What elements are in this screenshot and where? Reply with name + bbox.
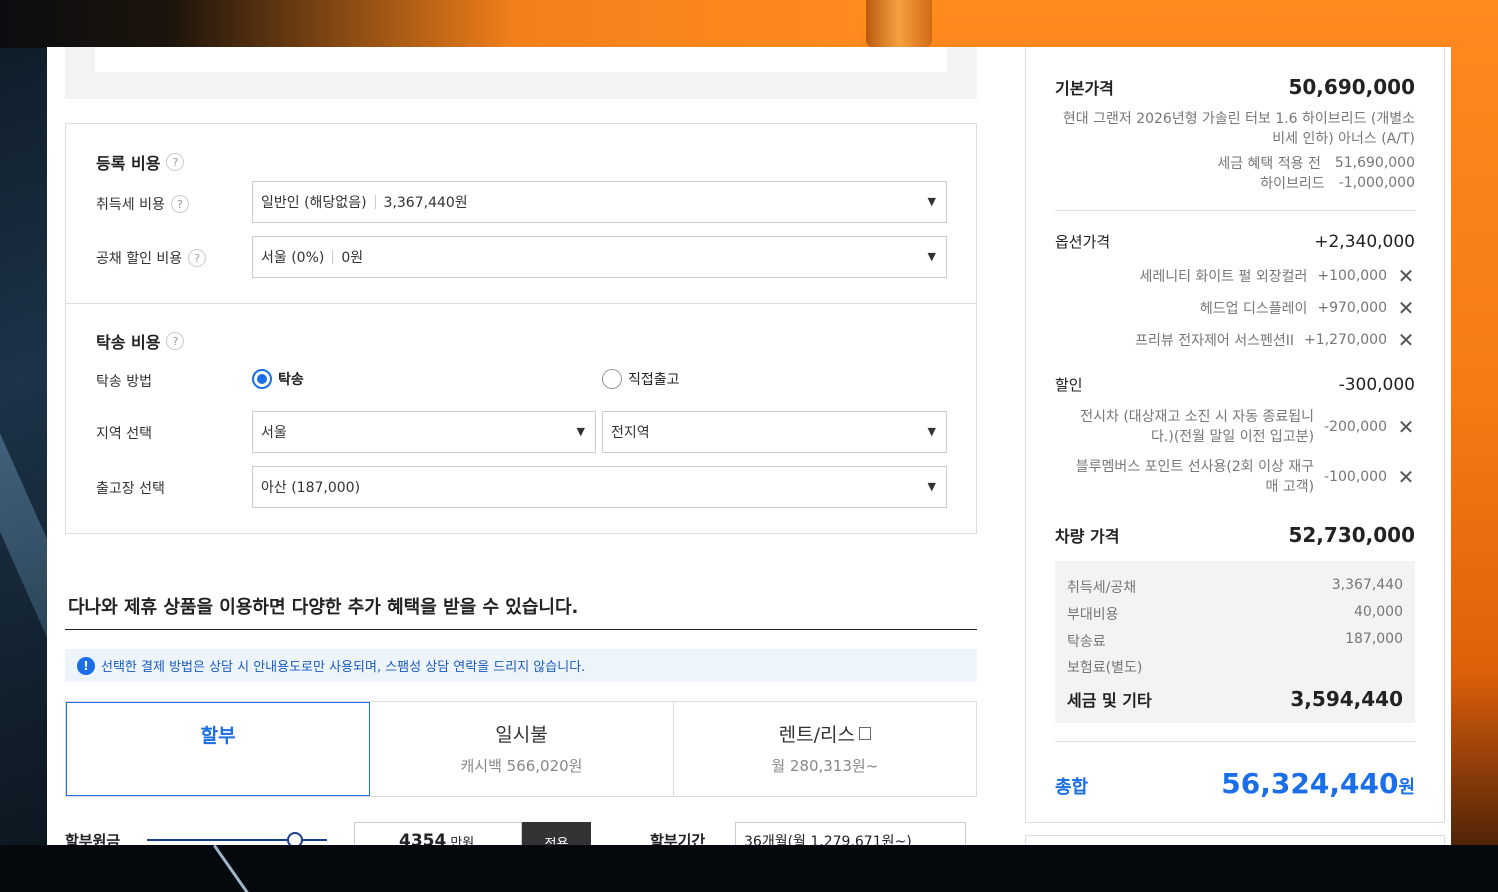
top-gray-panel	[65, 47, 977, 99]
principal-label: 할부원금	[65, 832, 121, 845]
factory-label: 출고장 선택	[96, 481, 165, 497]
remove-icon[interactable]: ✕	[1397, 264, 1415, 288]
tax-line: 탁송료 187,000	[1067, 631, 1403, 650]
tax-line: 부대비용 40,000	[1067, 604, 1403, 623]
total-row: 총합 56,324,440원	[1055, 767, 1415, 800]
info-icon: !	[77, 656, 95, 675]
region-city-select[interactable]: 서울 ▼	[252, 411, 596, 453]
apply-button[interactable]: 적용	[522, 822, 591, 845]
dropdown-arrow-icon: ▼	[927, 250, 936, 263]
remove-icon[interactable]: ✕	[1397, 415, 1415, 439]
dropdown-arrow-icon: ▼	[927, 480, 936, 493]
remove-icon[interactable]: ✕	[1397, 465, 1415, 489]
remove-icon[interactable]: ✕	[1397, 296, 1415, 320]
help-icon[interactable]: ?	[188, 249, 207, 267]
tax-breakdown: 취득세/공채 3,367,440 부대비용 40,000 탁송료 187,000 보험…	[1055, 561, 1415, 723]
help-icon[interactable]: ?	[166, 153, 185, 171]
help-icon[interactable]: ?	[170, 195, 189, 213]
panel-bottom	[1025, 835, 1445, 845]
options-row: 옵션가격 +2,340,000	[1055, 232, 1415, 252]
registration-title: 등록 비용?	[96, 150, 185, 174]
term-label: 할부기간	[650, 832, 706, 845]
slider-handle[interactable]	[287, 832, 303, 845]
dropdown-arrow-icon: ▼	[927, 425, 936, 438]
payment-tabs: 할부 일시불 캐시백 566,020원 렌트/리스 월 280,313원~	[65, 701, 977, 797]
help-icon[interactable]: ?	[166, 332, 185, 350]
dropdown-arrow-icon: ▼	[576, 425, 585, 438]
installment-controls: 할부원금 4354 만원 적용 할부기간 36개월(월 1,279,671원~)	[65, 822, 977, 845]
radio-direct[interactable]: 직접출고	[602, 369, 680, 389]
discount-item: 블루멤버스 포인트 선사용(2회 이상 재구매 고객) -100,000 ✕	[1075, 459, 1415, 495]
option-item: 세레니티 화이트 펄 외장컬러 +100,000 ✕	[1139, 264, 1415, 288]
discount-row: 할인 -300,000	[1055, 375, 1415, 395]
base-price-row: 기본가격 50,690,000	[1055, 75, 1415, 99]
acq-tax-label: 취득세 비용?	[96, 194, 189, 214]
remove-icon[interactable]: ✕	[1397, 328, 1415, 352]
tax-line: 보험료(별도)	[1067, 660, 1143, 676]
option-item: 프리뷰 전자제어 서스펜션II +1,270,000 ✕	[1135, 328, 1415, 352]
app-window: 등록 비용? 취득세 비용? 일반인 (해당없음) 3,367,440원 ▼ 공채…	[47, 47, 1451, 845]
cost-sections: 등록 비용? 취득세 비용? 일반인 (해당없음) 3,367,440원 ▼ 공채…	[65, 123, 977, 534]
tax-line: 취득세/공채 3,367,440	[1067, 577, 1403, 596]
delivery-title: 탁송 비용?	[96, 329, 185, 353]
principal-input[interactable]: 4354 만원	[354, 822, 522, 845]
region-label: 지역 선택	[96, 426, 152, 442]
pre-tax-row: 세금 혜택 적용 전 51,690,000	[1217, 155, 1415, 172]
tab-rent-lease[interactable]: 렌트/리스 월 280,313원~	[674, 702, 976, 796]
dropdown-arrow-icon: ▼	[927, 195, 936, 208]
notice-banner: ! 선택한 결제 방법은 상담 시 안내용도로만 사용되며, 스팸성 상담 연락…	[65, 649, 977, 682]
bond-label: 공채 할인 비용?	[96, 248, 207, 268]
region-district-select[interactable]: 전지역 ▼	[602, 411, 947, 453]
hybrid-row: 하이브리드 -1,000,000	[1260, 175, 1415, 192]
radio-delivery[interactable]: 탁송	[252, 369, 304, 389]
price-summary-panel: 기본가격 50,690,000 현대 그랜저 2026년형 가솔린 터보 1.6…	[1025, 47, 1445, 823]
acq-tax-select[interactable]: 일반인 (해당없음) 3,367,440원 ▼	[252, 181, 947, 223]
tab-installment[interactable]: 할부	[66, 702, 371, 796]
partner-title: 다나와 제휴 상품을 이용하면 다양한 추가 혜택을 받을 수 있습니다.	[68, 597, 579, 618]
vehicle-price-row: 차량 가격 52,730,000	[1055, 523, 1415, 547]
delivery-method-label: 탁송 방법	[96, 374, 152, 390]
external-link-icon	[858, 727, 871, 740]
tab-lump-sum[interactable]: 일시불 캐시백 566,020원	[370, 702, 674, 796]
base-model: 현대 그랜저 2026년형 가솔린 터보 1.6 하이브리드 (개별소비세 인하…	[1062, 111, 1415, 147]
tax-total-row: 세금 및 기타 3,594,440	[1067, 687, 1403, 711]
term-select[interactable]: 36개월(월 1,279,671원~)	[735, 822, 966, 845]
factory-select[interactable]: 아산 (187,000) ▼	[252, 466, 947, 508]
bond-select[interactable]: 서울 (0%) 0원 ▼	[252, 236, 947, 278]
discount-item: 전시차 (대상재고 소진 시 자동 종료됩니다.)(전월 말일 이전 입고분) -…	[1080, 409, 1415, 445]
option-item: 헤드업 디스플레이 +970,000 ✕	[1199, 296, 1415, 320]
